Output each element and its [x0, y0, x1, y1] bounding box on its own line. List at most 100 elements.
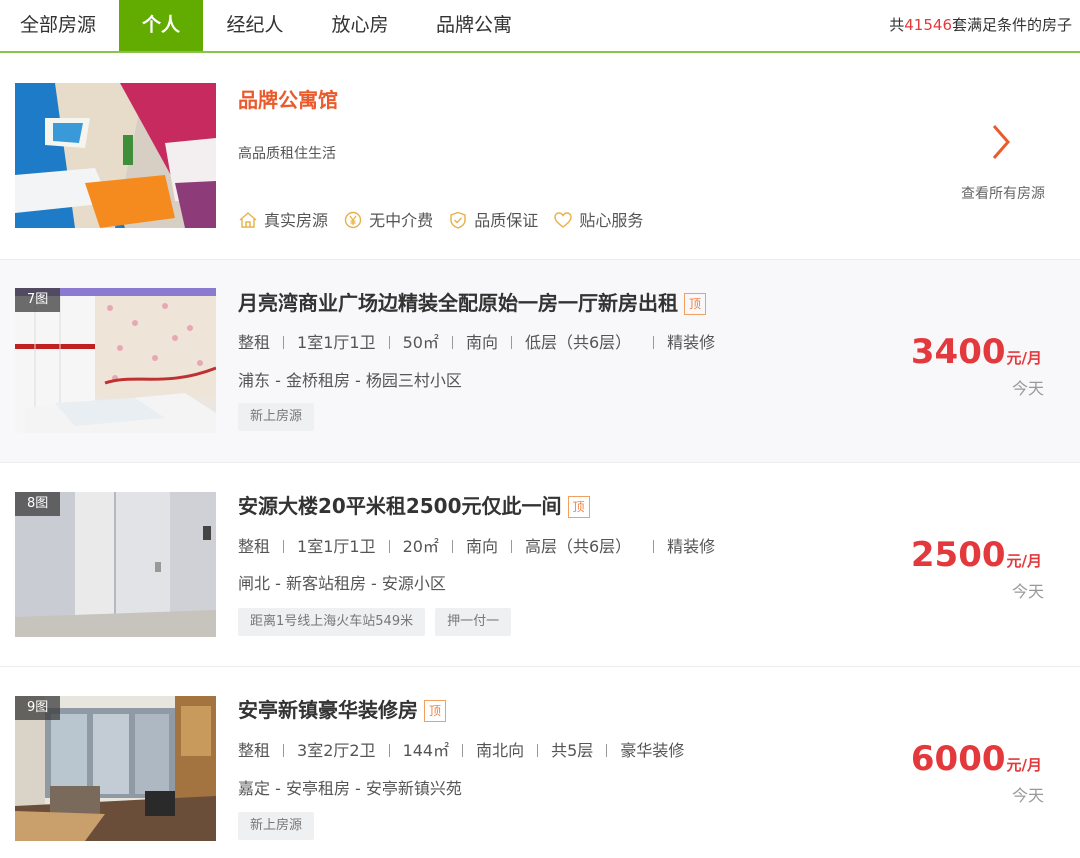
divider: [653, 540, 655, 553]
listing-price: 3400元/月: [911, 332, 1042, 372]
listing-tag: 新上房源: [238, 812, 315, 840]
listing-photo[interactable]: 9图: [15, 696, 216, 841]
top-ad-tag: 顶: [567, 496, 590, 518]
feature-label: 无中介费: [369, 211, 434, 230]
result-count: 共41546套满足条件的房子: [889, 0, 1072, 51]
photo-count-badge: 7图: [15, 288, 60, 312]
divider: [451, 540, 453, 553]
orientation: 南向: [465, 537, 498, 556]
listing-tag: 押一付一: [435, 608, 512, 636]
view-all-listings-link[interactable]: 查看所有房源: [961, 183, 1045, 203]
listing-info: 整租 3室2厅2卫 144㎡ 南北向 共5层 豪华装修: [238, 737, 684, 761]
divider: [283, 540, 285, 553]
room-layout: 1室1厅1卫: [297, 333, 376, 352]
listing-photo[interactable]: 7图: [15, 288, 216, 433]
listing-tags: 新上房源: [238, 812, 324, 840]
listing-title[interactable]: 安亭新镇豪华装修房顶: [238, 694, 446, 723]
tab-agent[interactable]: 经纪人: [213, 0, 297, 51]
price-unit: 元/月: [1006, 349, 1042, 367]
listing-title-text[interactable]: 安源大楼20平米租2500元仅此一间: [238, 494, 562, 518]
divider: [388, 336, 390, 349]
divider: [462, 744, 464, 757]
divider: [537, 744, 539, 757]
listing-location[interactable]: 闸北 - 新客站租房 - 安源小区: [238, 570, 446, 594]
listing-title[interactable]: 月亮湾商业广场边精装全配原始一房一厅新房出租顶: [238, 287, 706, 316]
area: 20㎡: [402, 537, 439, 556]
listing-card[interactable]: 8图 安源大楼20平米租2500元仅此一间顶 整租 1室1厅1卫 20㎡ 南向 高层（共…: [0, 463, 1080, 667]
tab-trusted[interactable]: 放心房: [318, 0, 402, 51]
rent-type: 整租: [238, 537, 271, 556]
listing-tags: 新上房源: [238, 403, 324, 431]
price-unit: 元/月: [1006, 552, 1042, 570]
feature-quality-guarantee: 品质保证: [448, 207, 538, 231]
chevron-right-icon[interactable]: [987, 122, 1015, 162]
listing-tags: 距离1号线上海火车站549米 押一付一: [238, 608, 521, 636]
house-icon: [239, 212, 257, 228]
filter-tab-bar: 全部房源 个人 经纪人 放心房 品牌公寓 共41546套满足条件的房子: [0, 0, 1080, 53]
top-ad-tag: 顶: [684, 293, 706, 315]
rent-type: 整租: [238, 741, 271, 760]
listing-date: 今天: [1011, 582, 1044, 601]
listing-title[interactable]: 安源大楼20平米租2500元仅此一间顶: [238, 490, 590, 519]
tab-brand-apartment[interactable]: 品牌公寓: [424, 0, 524, 51]
listing-card[interactable]: 7图 月亮湾商业广场边精装全配原始一房一厅新房出租顶 整租 1室1厅1卫 50㎡ 南向…: [0, 260, 1080, 463]
listing-location[interactable]: 浦东 - 金桥租房 - 杨园三村小区: [238, 367, 462, 391]
listing-photo[interactable]: 8图: [15, 492, 216, 637]
room-layout: 1室1厅1卫: [297, 537, 376, 556]
feature-label: 贴心服务: [579, 211, 644, 230]
floor: 低层（共6层）: [524, 333, 632, 352]
brand-title[interactable]: 品牌公寓馆: [238, 84, 338, 113]
feature-caring-service: 贴心服务: [553, 207, 643, 231]
listing-location[interactable]: 嘉定 - 安亭租房 - 安亭新镇兴苑: [238, 775, 462, 799]
orientation: 南向: [465, 333, 498, 352]
listing-price: 2500元/月: [911, 535, 1042, 575]
photo-count-badge: 8图: [15, 492, 60, 516]
listing-info: 整租 1室1厅1卫 20㎡ 南向 高层（共6层） 精装修: [238, 533, 715, 557]
feature-real-listing: 真实房源: [238, 207, 328, 231]
divider: [283, 336, 285, 349]
feature-label: 真实房源: [264, 211, 329, 230]
price-value: 6000: [910, 739, 1006, 779]
shield-check-icon: [450, 211, 466, 229]
divider: [606, 744, 608, 757]
area: 144㎡: [402, 741, 450, 760]
divider: [283, 744, 285, 757]
brand-banner-image[interactable]: [15, 83, 216, 228]
listing-card[interactable]: 9图 安亭新镇豪华装修房顶 整租 3室2厅2卫 144㎡ 南北向 共5层 豪华装修 嘉定 …: [0, 667, 1080, 858]
brand-subtitle: 高品质租住生活: [238, 146, 336, 162]
divider: [510, 336, 512, 349]
brand-features: 真实房源 无中介费 品质保证 贴心服务: [238, 207, 653, 231]
listing-title-text[interactable]: 安亭新镇豪华装修房: [238, 698, 418, 722]
price-value: 3400: [910, 332, 1006, 372]
divider: [388, 744, 390, 757]
photo-count-badge: 9图: [15, 696, 60, 720]
listing-info: 整租 1室1厅1卫 50㎡ 南向 低层（共6层） 精装修: [238, 329, 715, 353]
orientation: 南北向: [476, 741, 525, 760]
decoration: 豪华装修: [620, 741, 685, 760]
divider: [653, 336, 655, 349]
feature-label: 品质保证: [474, 211, 539, 230]
rent-type: 整租: [238, 333, 271, 352]
divider: [510, 540, 512, 553]
listing-title-text[interactable]: 月亮湾商业广场边精装全配原始一房一厅新房出租: [238, 291, 678, 315]
listing-tag: 新上房源: [238, 403, 315, 431]
price-unit: 元/月: [1006, 756, 1042, 774]
decoration: 精装修: [667, 333, 716, 352]
yen-icon: [344, 211, 362, 229]
listing-date: 今天: [1011, 786, 1044, 805]
tab-personal[interactable]: 个人: [119, 0, 203, 51]
tab-all-listings[interactable]: 全部房源: [0, 0, 116, 51]
top-ad-tag: 顶: [424, 700, 446, 722]
result-count-prefix: 共: [889, 16, 905, 34]
brand-apartment-banner[interactable]: 品牌公寓馆 高品质租住生活 真实房源 无中介费 品质保证 贴心服务 查看所有房源: [0, 55, 1080, 260]
heart-icon: [554, 212, 573, 228]
floor: 共5层: [551, 741, 594, 760]
listing-price: 6000元/月: [911, 739, 1042, 779]
feature-no-agency-fee: 无中介费: [343, 207, 433, 231]
floor: 高层（共6层）: [524, 537, 632, 556]
price-value: 2500: [910, 535, 1006, 575]
area: 50㎡: [402, 333, 439, 352]
divider: [388, 540, 390, 553]
room-layout: 3室2厅2卫: [297, 741, 376, 760]
result-count-number: 41546: [904, 16, 952, 34]
